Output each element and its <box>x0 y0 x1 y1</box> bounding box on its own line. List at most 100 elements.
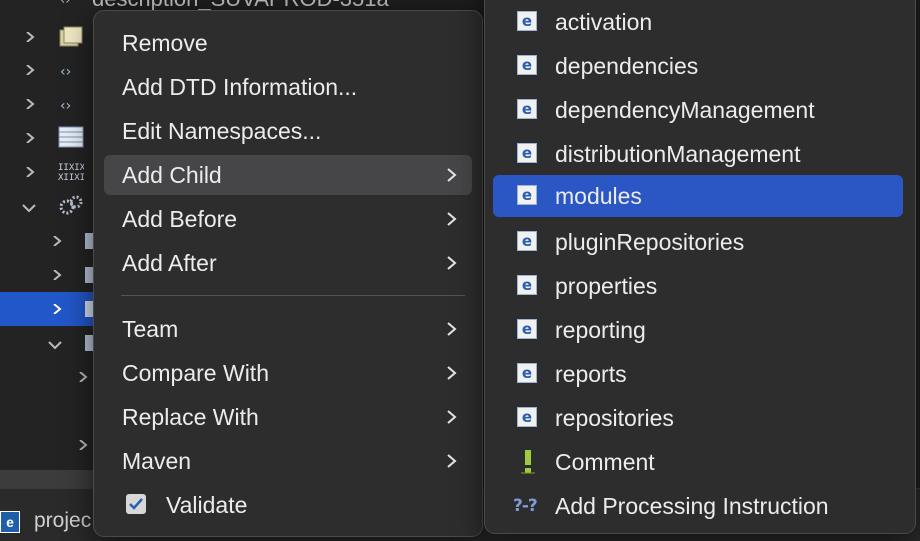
menu-item-label: Team <box>122 316 179 342</box>
element-icon-glyph: e <box>521 364 533 382</box>
xml-tag-icon: ‹› <box>60 98 71 114</box>
element-icon: e <box>517 231 537 251</box>
menu-item-label: Validate <box>166 492 248 518</box>
xml-attribute-icon: ‹› <box>60 0 70 8</box>
submenu-item-label: Comment <box>555 449 655 475</box>
element-icon-glyph: e <box>521 12 533 30</box>
menu-item-label: Add Child <box>122 162 222 188</box>
svg-text:‹›: ‹› <box>60 0 70 8</box>
menu-item-label: Maven <box>122 448 192 474</box>
svg-text:‹›: ‹› <box>60 64 71 80</box>
submenu-item-add-processing-instruction[interactable]: ?-? Add Processing Instruction <box>493 485 903 527</box>
chevron-right-icon[interactable] <box>52 236 62 246</box>
element-icon-glyph: e <box>521 232 533 250</box>
svg-text:IIXIX: IIXIX <box>58 163 84 173</box>
submenu-item-label: reporting <box>555 317 646 343</box>
submenu-item-label: activation <box>555 9 653 35</box>
processing-instruction-icon: ?-? <box>513 496 538 516</box>
element-icon: e <box>517 55 537 75</box>
element-icon: e <box>517 185 537 205</box>
menu-item-label: Remove <box>122 30 208 56</box>
menu-item-label: Compare With <box>122 360 269 386</box>
menu-item-edit-namespaces[interactable]: Edit Namespaces... <box>104 111 472 151</box>
element-icon: e <box>0 511 20 533</box>
horizontal-scrollbar[interactable] <box>0 470 100 488</box>
submenu-item-label: repositories <box>555 405 674 431</box>
chevron-right-icon[interactable] <box>52 304 62 314</box>
chevron-right-icon[interactable] <box>78 372 88 382</box>
chevron-right-icon <box>447 454 457 468</box>
add-child-submenu: e activation e dependencies e dependency… <box>484 0 916 534</box>
menu-item-team[interactable]: Team <box>104 309 472 349</box>
chevron-right-icon <box>447 410 457 424</box>
submenu-item-label: reports <box>555 361 627 387</box>
submenu-item-repositories[interactable]: e repositories <box>493 397 903 439</box>
element-icon-glyph: e <box>521 56 533 74</box>
submenu-item-label: pluginRepositories <box>555 229 745 255</box>
submenu-item-reporting[interactable]: e reporting <box>493 309 903 351</box>
table-icon <box>58 126 84 148</box>
editor-tab-label[interactable]: projec <box>34 509 91 533</box>
element-icon-glyph: e <box>521 100 533 118</box>
chevron-down-icon[interactable] <box>48 340 62 350</box>
submenu-item-label: Add Processing Instruction <box>555 493 829 519</box>
binary-icon: IIXIXXIIXI <box>58 163 84 182</box>
menu-item-replace-with[interactable]: Replace With <box>104 397 472 437</box>
element-icon: e <box>517 11 537 31</box>
menu-item-remove[interactable]: Remove <box>104 23 472 63</box>
menu-item-label: Add DTD Information... <box>122 74 358 100</box>
chevron-right-icon <box>447 256 457 270</box>
context-menu: Remove Add DTD Information... Edit Names… <box>93 10 483 537</box>
menu-item-label: Add Before <box>122 206 238 232</box>
menu-item-validate[interactable]: Validate <box>104 485 472 525</box>
xml-tag-icon: ‹› <box>60 64 71 80</box>
chevron-down-icon[interactable] <box>22 203 36 213</box>
element-icon: e <box>517 363 537 383</box>
submenu-item-label: dependencies <box>555 53 699 79</box>
menu-item-label: Replace With <box>122 404 259 430</box>
chevron-right-icon[interactable] <box>52 270 62 280</box>
menu-item-add-before[interactable]: Add Before <box>104 199 472 239</box>
submenu-item-activation[interactable]: e activation <box>493 1 903 43</box>
submenu-item-reports[interactable]: e reports <box>493 353 903 395</box>
submenu-item-dependency-management[interactable]: e dependencyManagement <box>493 89 903 131</box>
gears-icon <box>59 195 83 215</box>
element-icon: e <box>517 275 537 295</box>
element-icon: e <box>517 99 537 119</box>
svg-text:XIIXI: XIIXI <box>58 173 84 182</box>
chevron-right-icon[interactable] <box>25 99 35 109</box>
submenu-item-label: modules <box>555 183 642 209</box>
comment-icon <box>521 450 535 474</box>
chevron-right-icon <box>447 322 457 336</box>
submenu-item-dependencies[interactable]: e dependencies <box>493 45 903 87</box>
menu-item-add-after[interactable]: Add After <box>104 243 472 283</box>
element-icon: e <box>517 143 537 163</box>
element-icon-glyph: e <box>521 144 533 162</box>
submenu-item-comment[interactable]: Comment <box>493 441 903 483</box>
chevron-right-icon <box>447 366 457 380</box>
menu-item-add-child[interactable]: Add Child <box>104 155 472 195</box>
menu-item-maven[interactable]: Maven <box>104 441 472 481</box>
checkbox-checked-icon <box>126 494 146 514</box>
chevron-right-icon[interactable] <box>25 133 35 143</box>
element-icon-glyph: e <box>521 408 533 426</box>
element-icon: e <box>517 407 537 427</box>
menu-item-add-dtd-information[interactable]: Add DTD Information... <box>104 67 472 107</box>
menu-item-label: Edit Namespaces... <box>122 118 322 144</box>
menu-item-label: Add After <box>122 250 217 276</box>
chevron-right-icon[interactable] <box>25 65 35 75</box>
folder-stack-icon <box>59 26 83 47</box>
menu-separator <box>121 295 465 296</box>
chevron-right-icon <box>447 212 457 226</box>
chevron-right-icon[interactable] <box>25 167 35 177</box>
submenu-item-modules[interactable]: e modules <box>493 175 903 217</box>
submenu-item-properties[interactable]: e properties <box>493 265 903 307</box>
chevron-right-icon[interactable] <box>78 440 88 450</box>
menu-item-compare-with[interactable]: Compare With <box>104 353 472 393</box>
chevron-right-icon[interactable] <box>25 32 35 42</box>
submenu-item-plugin-repositories[interactable]: e pluginRepositories <box>493 221 903 263</box>
submenu-item-distribution-management[interactable]: e distributionManagement <box>493 133 903 175</box>
element-icon: e <box>517 319 537 339</box>
element-icon-glyph: e <box>521 320 533 338</box>
submenu-item-label: properties <box>555 273 658 299</box>
